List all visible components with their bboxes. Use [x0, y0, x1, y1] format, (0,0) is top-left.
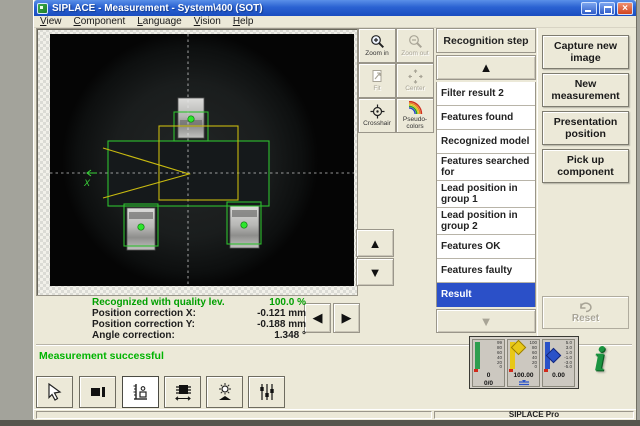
- camera-image[interactable]: X: [50, 34, 354, 286]
- gauge-bar-green: [475, 342, 480, 369]
- correction-x-value: -0.121 mm: [257, 308, 306, 319]
- restore-button[interactable]: [599, 2, 615, 15]
- fit-icon: [370, 69, 385, 84]
- close-icon: ×: [618, 2, 632, 15]
- up-arrow-icon: ▲: [480, 60, 493, 75]
- title-bar: SIPLACE - Measurement - System\400 (SOT)…: [34, 0, 636, 16]
- gauge-count: 9980 6040 200 0 0/0: [472, 339, 505, 387]
- app-icon: [37, 3, 48, 14]
- list-item[interactable]: Features faulty: [437, 259, 535, 283]
- gauge-angle: 5.03.0 1.0-1.0 -3.0-5.0 0.00: [542, 339, 575, 387]
- reset-button[interactable]: Reset: [542, 296, 629, 329]
- zoom-out-icon: [408, 34, 423, 49]
- undo-icon: [578, 302, 594, 313]
- window-title: SIPLACE - Measurement - System\400 (SOT): [52, 3, 581, 14]
- left-arrow-icon: ◀: [313, 310, 323, 326]
- presentation-position-button[interactable]: Presentation position: [542, 111, 629, 145]
- gauge-quality: 10080 6040 200 100.00: [507, 339, 540, 387]
- menu-vision[interactable]: Vision: [188, 16, 227, 27]
- crosshair-button[interactable]: Crosshair: [358, 98, 396, 133]
- cursor-icon: [45, 382, 65, 402]
- settings-sliders-tool-button[interactable]: [248, 376, 285, 408]
- list-scroll-down-button[interactable]: ▼: [436, 309, 536, 333]
- info-icon[interactable]: i: [594, 340, 624, 378]
- menu-component[interactable]: Component: [68, 16, 132, 27]
- component-icon: [88, 382, 108, 402]
- lighting-tool-button[interactable]: [206, 376, 243, 408]
- list-item[interactable]: Features OK: [437, 235, 535, 259]
- gauge-sub-value: 0/0: [473, 380, 504, 387]
- angle-correction-label: Angle correction:: [92, 330, 274, 341]
- ruler-measure-icon: [131, 382, 151, 402]
- list-item[interactable]: Features found: [437, 106, 535, 130]
- menu-view[interactable]: View: [34, 16, 68, 27]
- panel-divider: [537, 28, 538, 338]
- statusbar-product-label: SIPLACE Pro: [434, 411, 634, 419]
- step-next-button[interactable]: ▶: [333, 303, 360, 333]
- fit-button[interactable]: Fit: [358, 63, 396, 98]
- measurement-tool-button[interactable]: [122, 376, 159, 408]
- sliders-icon: [257, 382, 277, 402]
- down-arrow-icon: ▼: [369, 265, 382, 280]
- center-button[interactable]: Center: [396, 63, 434, 98]
- list-item[interactable]: Filter result 2: [437, 82, 535, 106]
- zoom-out-button[interactable]: Zoom out: [396, 28, 434, 63]
- status-bar: SIPLACE Pro: [34, 409, 636, 420]
- gauge-value: 100.00: [508, 372, 539, 379]
- rainbow-icon: [407, 101, 423, 115]
- zoom-in-button[interactable]: Zoom in: [358, 28, 396, 63]
- recognition-step-list: Filter result 2 Features found Recognize…: [436, 82, 536, 307]
- list-item[interactable]: Lead position in group 1: [437, 181, 535, 208]
- lighting-icon: [215, 382, 235, 402]
- process-gauges: 9980 6040 200 0 0/0 10080 6040 200 100.0…: [469, 336, 579, 389]
- component-view-tool-button[interactable]: [79, 376, 116, 408]
- right-arrow-icon: ▶: [342, 310, 352, 326]
- menu-bar: View Component Language Vision Help: [34, 16, 636, 28]
- capture-new-image-button[interactable]: Capture new image: [542, 35, 629, 69]
- list-item[interactable]: Recognized model: [437, 130, 535, 154]
- zoom-in-icon: [370, 34, 385, 49]
- pointer-tool-button[interactable]: [36, 376, 73, 408]
- app-window: SIPLACE - Measurement - System\400 (SOT)…: [33, 0, 637, 420]
- chip-dimension-icon: [173, 382, 193, 402]
- recognition-step-header: Recognition step: [436, 28, 536, 53]
- statusbar-left-panel: [36, 411, 432, 419]
- list-scroll-up-button[interactable]: ▲: [436, 55, 536, 80]
- correction-x-label: Position correction X:: [92, 308, 257, 319]
- menu-language[interactable]: Language: [131, 16, 188, 27]
- correction-y-value: -0.188 mm: [257, 319, 306, 330]
- new-measurement-button[interactable]: New measurement: [542, 73, 629, 107]
- desktop-edge: [0, 420, 640, 426]
- quality-label: Recognized with quality lev.: [92, 297, 269, 308]
- lead-measure-tool-button[interactable]: [164, 376, 201, 408]
- list-item[interactable]: Lead position in group 2: [437, 208, 535, 235]
- list-item[interactable]: Features searched for: [437, 154, 535, 181]
- gauge-value: 0.00: [543, 372, 574, 379]
- step-previous-button[interactable]: ◀: [304, 303, 331, 333]
- crosshair-icon: [370, 104, 385, 119]
- minimize-button[interactable]: [581, 2, 597, 15]
- pick-up-component-button[interactable]: Pick up component: [542, 149, 629, 183]
- correction-y-label: Position correction Y:: [92, 319, 257, 330]
- quality-value: 100.0 %: [269, 297, 306, 308]
- pseudo-colors-button[interactable]: Pseudo-colors: [396, 98, 434, 133]
- measurement-results: Recognized with quality lev. 100.0 % Pos…: [92, 297, 306, 341]
- camera-viewport: X: [36, 28, 358, 296]
- menu-help[interactable]: Help: [227, 16, 260, 27]
- scroll-down-button[interactable]: ▼: [356, 258, 394, 286]
- x-axis-label: X: [83, 178, 91, 188]
- close-button[interactable]: ×: [617, 2, 633, 15]
- list-item-selected[interactable]: Result: [437, 283, 535, 307]
- balance-icon: [508, 380, 539, 388]
- scroll-up-button[interactable]: ▲: [356, 229, 394, 257]
- center-icon: [408, 69, 423, 84]
- up-arrow-icon: ▲: [369, 236, 382, 251]
- down-arrow-icon: ▼: [480, 314, 493, 329]
- angle-correction-value: 1.348 °: [274, 330, 306, 341]
- status-message: Measurement successful: [39, 350, 164, 362]
- gauge-value: 0: [473, 372, 504, 379]
